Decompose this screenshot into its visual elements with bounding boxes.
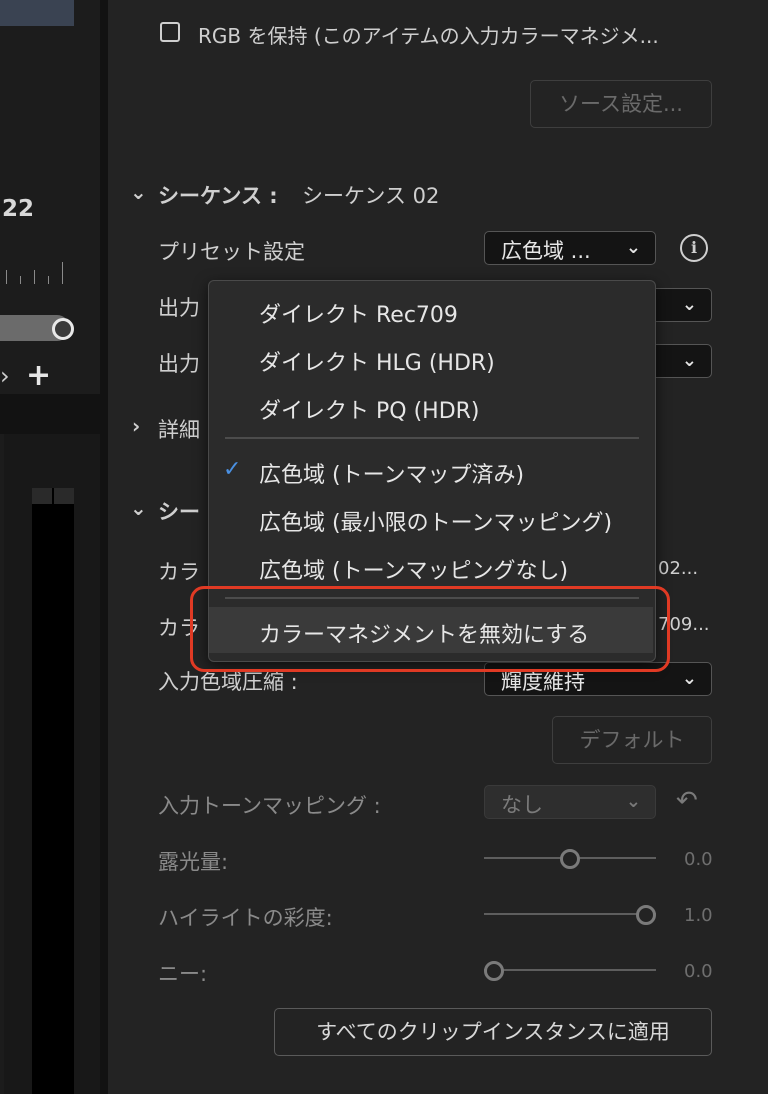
chevron-down-icon[interactable]: ⌄ [130, 180, 147, 204]
chevron-down-icon: ⌄ [681, 668, 697, 689]
audio-meter-peak-left [32, 488, 52, 504]
menu-item-wide-gamut-tonemapped[interactable]: 広色域 (トーンマップ済み) [259, 457, 524, 489]
chevron-right-icon[interactable]: › [132, 414, 140, 438]
exposure-value: 0.0 [684, 849, 713, 870]
preserve-rgb-label: RGB を保持 (このアイテムの入力カラーマネジメ... [198, 24, 659, 48]
exposure-label: 露光量: [158, 850, 229, 874]
output-label: 出力 [158, 352, 200, 376]
add-icon[interactable]: + [26, 358, 51, 393]
tone-mapping-value: なし [501, 793, 543, 817]
knee-slider-track[interactable] [484, 969, 656, 971]
preserve-rgb-checkbox[interactable] [160, 22, 180, 42]
timecode-display: 22 [2, 196, 35, 222]
highlight-saturation-label: ハイライトの彩度: [158, 906, 333, 930]
highlight-saturation-slider-track[interactable] [484, 913, 656, 915]
chevron-down-icon: ⌄ [681, 294, 697, 315]
ruler-tick [62, 262, 63, 284]
color-row-value: 02... [658, 558, 699, 579]
sequence-section-title[interactable]: シーケンス : [158, 180, 278, 210]
menu-item-direct-hlg[interactable]: ダイレクト HLG (HDR) [259, 345, 495, 377]
knee-slider-handle[interactable] [484, 961, 504, 981]
chevron-down-icon[interactable]: ⌄ [130, 496, 147, 520]
chevron-right-icon[interactable]: › [0, 362, 10, 390]
chevron-down-icon: ⌄ [625, 237, 641, 258]
section-title[interactable]: シー [158, 496, 200, 526]
preset-select-value: 広色域 ... [501, 239, 591, 263]
audio-meter-bar [32, 488, 74, 1094]
checkmark-icon: ✓ [223, 457, 242, 482]
sequence-name: シーケンス 02 [302, 184, 440, 208]
reset-icon[interactable]: ↶ [676, 786, 698, 816]
default-button[interactable]: デフォルト [552, 716, 712, 764]
annotation-highlight-ring [190, 586, 670, 672]
panel-divider [0, 394, 100, 434]
ruler-tick [34, 270, 35, 284]
chevron-down-icon: ⌄ [625, 791, 641, 812]
preset-select[interactable]: 広色域 ... ⌄ [484, 231, 656, 265]
clip-thumbnail[interactable] [0, 0, 74, 26]
menu-item-wide-gamut-minimal[interactable]: 広色域 (最小限のトーンマッピング) [259, 505, 612, 537]
menu-item-wide-gamut-none[interactable]: 広色域 (トーンマッピングなし) [259, 553, 568, 585]
details-label[interactable]: 詳細 [158, 414, 200, 444]
highlight-saturation-slider-handle[interactable] [636, 905, 656, 925]
apply-all-instances-button[interactable]: すべてのクリップインスタンスに適用 [274, 1008, 712, 1056]
highlight-saturation-value: 1.0 [684, 905, 713, 926]
exposure-slider-handle[interactable] [560, 849, 580, 869]
zoom-slider-handle[interactable] [52, 318, 74, 340]
panel-divider [100, 0, 108, 1094]
source-settings-button[interactable]: ソース設定... [530, 80, 712, 128]
output-label: 出力 [158, 296, 200, 320]
preset-label: プリセット設定 [158, 240, 305, 264]
menu-item-direct-pq[interactable]: ダイレクト PQ (HDR) [259, 393, 480, 425]
info-icon[interactable]: i [680, 234, 708, 262]
tone-mapping-select[interactable]: なし ⌄ [484, 785, 656, 819]
ruler-tick [20, 276, 21, 284]
ruler-tick [48, 276, 49, 284]
tone-mapping-label: 入力トーンマッピング : [158, 794, 381, 818]
menu-item-direct-rec709[interactable]: ダイレクト Rec709 [259, 297, 458, 329]
ruler-tick [6, 270, 7, 284]
audio-meter-peak-right [54, 488, 74, 504]
knee-value: 0.0 [684, 961, 713, 982]
chevron-down-icon: ⌄ [681, 350, 697, 371]
color-row-label: カラ [158, 560, 200, 584]
menu-separator [225, 437, 639, 439]
knee-label: ニー: [158, 962, 208, 986]
